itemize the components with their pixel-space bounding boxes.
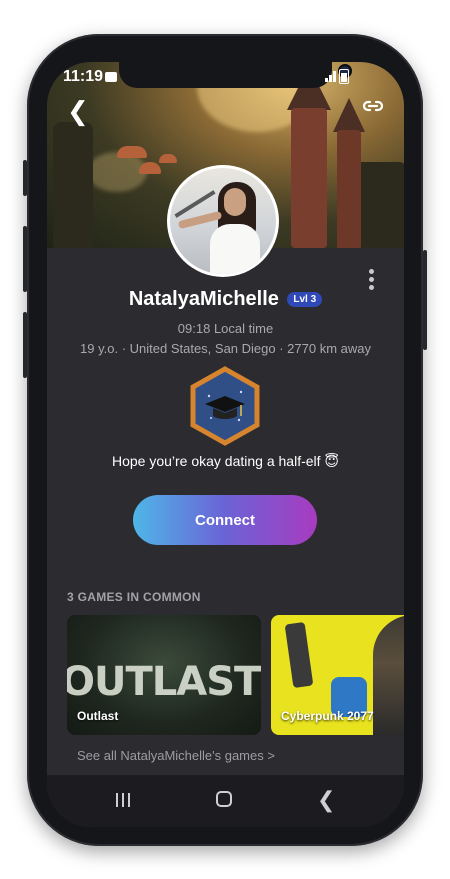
game-title: Outlast [77,709,119,723]
cover-mushroom [159,154,177,163]
game-art-gun [284,621,314,689]
message-notification-icon [105,72,117,82]
connect-button[interactable]: Connect [133,495,317,545]
camera-notch [119,62,350,88]
local-time: 09:18 Local time [177,321,274,336]
cover-tower [337,130,361,248]
avatar-photo [170,168,276,274]
profile-bio: Hope you’re okay dating a half-elf 😇 [111,453,340,469]
games-section-title: 3 GAMES IN COMMON [67,590,201,604]
link-icon[interactable] [361,94,385,118]
side-button [23,226,27,292]
avatar-arm [177,210,223,230]
level-badge: Lvl 3 [287,292,323,307]
game-card-outlast[interactable]: OUTLAST Outlast [67,615,261,735]
games-list: OUTLAST Outlast Cyberpunk 2077 [67,615,404,735]
status-time: 11:19 [63,68,104,85]
game-art-character [373,615,404,735]
profile-info-line: 19 y.o. · United States, San Diego · 277… [80,341,371,356]
avatar-dress [210,224,260,274]
side-button [423,250,427,350]
back-arrow-icon[interactable]: ❮ [67,96,89,127]
game-title: Cyberpunk 2077 [281,709,374,723]
app-screen: 11:19 ❮ NatalyaMichelle Lvl 3 09:18 Loca… [47,62,404,827]
nav-back-icon[interactable]: ❮ [317,787,335,813]
side-button [23,160,27,196]
game-card-cyberpunk[interactable]: Cyberpunk 2077 [271,615,404,735]
profile-name-row: NatalyaMichelle Lvl 3 [47,288,404,311]
avatar-face [224,188,246,216]
see-all-games-link[interactable]: See all NatalyaMichelle's games > [77,748,275,763]
system-nav-bar: ❮ [47,775,404,827]
home-icon[interactable] [216,791,232,807]
cover-tree [53,122,93,248]
side-button [23,312,27,378]
avatar[interactable] [167,165,279,277]
graduation-cap-icon[interactable] [189,366,261,446]
cover-light [87,152,147,192]
recent-apps-icon[interactable] [116,793,132,807]
game-art-text: OUTLAST [67,659,261,705]
battery-icon [339,69,349,84]
cover-mushroom [139,162,161,174]
cover-tower [291,108,327,248]
username: NatalyaMichelle [128,288,279,310]
cover-mushroom [117,146,147,158]
